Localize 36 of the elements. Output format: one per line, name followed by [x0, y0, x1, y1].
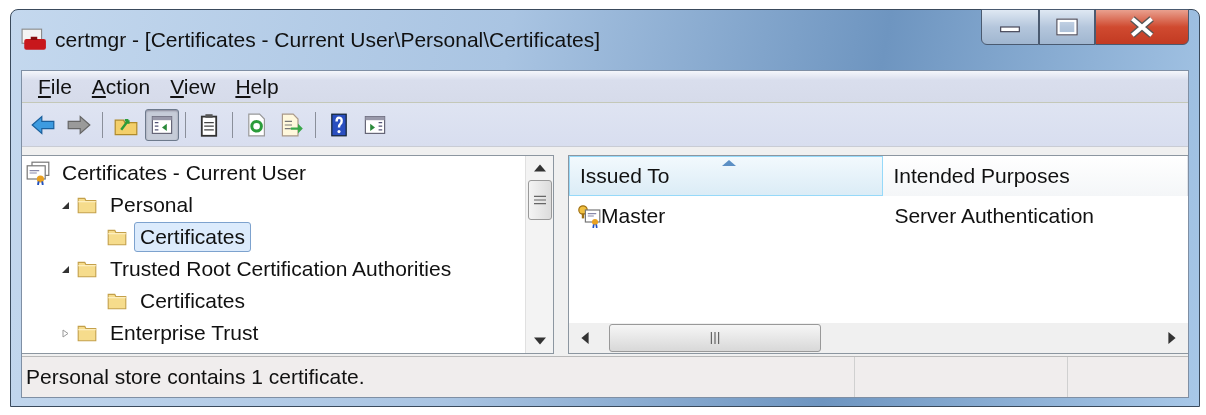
horizontal-scrollbar[interactable]	[569, 323, 1188, 353]
scroll-up-icon[interactable]	[533, 164, 546, 172]
close-icon	[1128, 16, 1156, 38]
column-header[interactable]: Intended Purposes	[883, 156, 1188, 196]
menu-item[interactable]: Help	[225, 74, 289, 99]
tree-item[interactable]: Certificates - Current User	[56, 158, 312, 188]
console-tree-button[interactable]	[145, 108, 179, 141]
tree-item[interactable]: Certificates	[134, 286, 252, 316]
scroll-thumb[interactable]	[609, 324, 821, 352]
window-title: certmgr - [Certificates - Current User\Personal\Certificates]	[55, 28, 601, 52]
tree-item[interactable]: Personal	[104, 190, 199, 220]
scroll-thumb[interactable]	[527, 180, 552, 220]
vertical-scrollbar[interactable]	[525, 156, 553, 353]
maximize-icon	[1055, 18, 1079, 36]
scroll-down-icon[interactable]	[533, 337, 546, 345]
scroll-left-icon[interactable]	[581, 332, 589, 344]
scroll-right-icon[interactable]	[1168, 332, 1176, 344]
certificate-store-icon	[26, 161, 50, 185]
table-cell: Server Authentication	[894, 204, 1094, 228]
certificate-icon	[577, 204, 601, 228]
export-list-icon	[280, 112, 304, 137]
tree-item[interactable]: Certificates	[134, 222, 252, 252]
minimize-button[interactable]	[981, 9, 1039, 45]
close-button[interactable]	[1095, 9, 1189, 45]
grip-icon	[533, 195, 546, 205]
maximize-button[interactable]	[1039, 9, 1095, 45]
menu-item[interactable]: File	[28, 74, 82, 99]
tree-item[interactable]: Enterprise Trust	[104, 318, 265, 348]
tree-item[interactable]: Trusted Root Certification Authorities	[104, 254, 458, 284]
grip-icon	[710, 332, 720, 344]
menu-item[interactable]: Action	[81, 74, 161, 99]
menu-item[interactable]: View	[160, 74, 226, 99]
table-cell[interactable]: Master	[601, 204, 666, 228]
status-text: Personal store contains 1 certificate.	[26, 365, 365, 389]
column-header[interactable]: Issued To	[569, 156, 884, 196]
toolbox-icon	[21, 28, 47, 52]
